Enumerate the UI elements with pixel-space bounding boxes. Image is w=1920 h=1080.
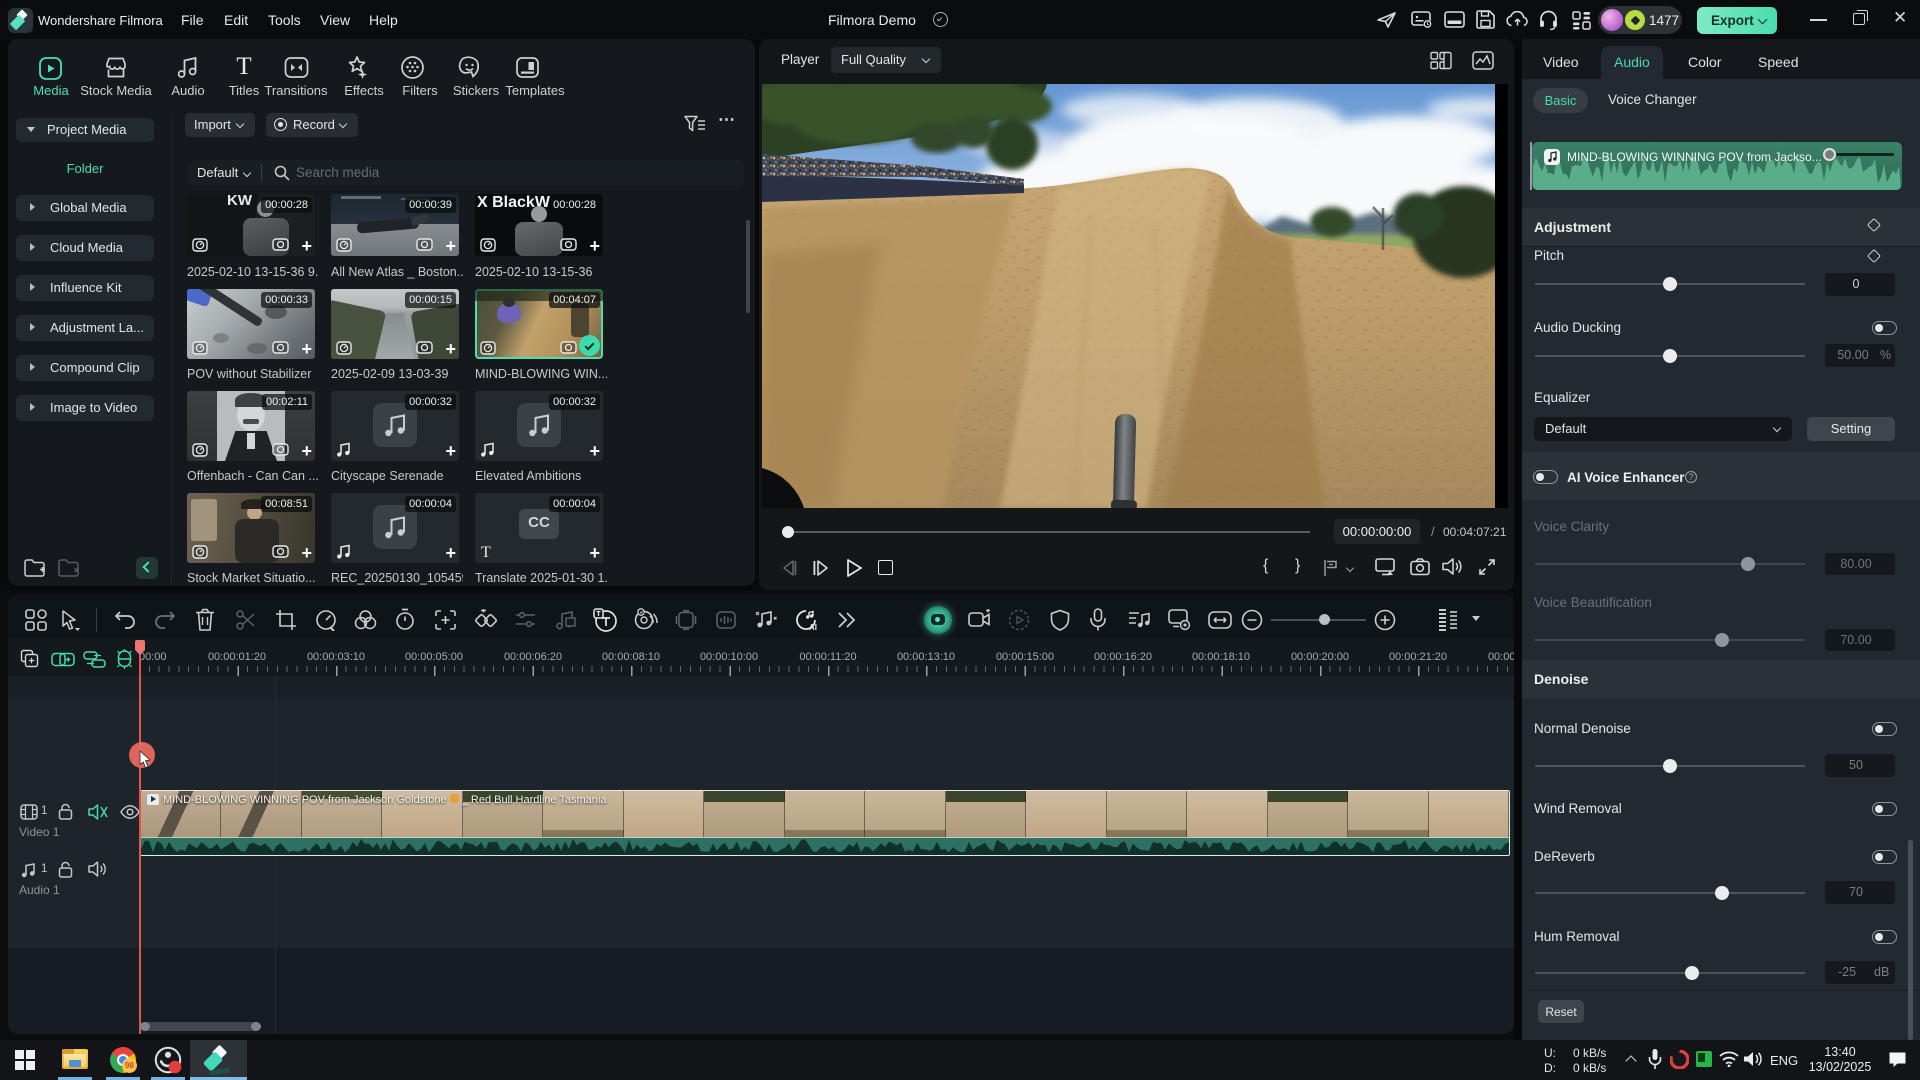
svg-text:AI: AI <box>809 623 817 632</box>
